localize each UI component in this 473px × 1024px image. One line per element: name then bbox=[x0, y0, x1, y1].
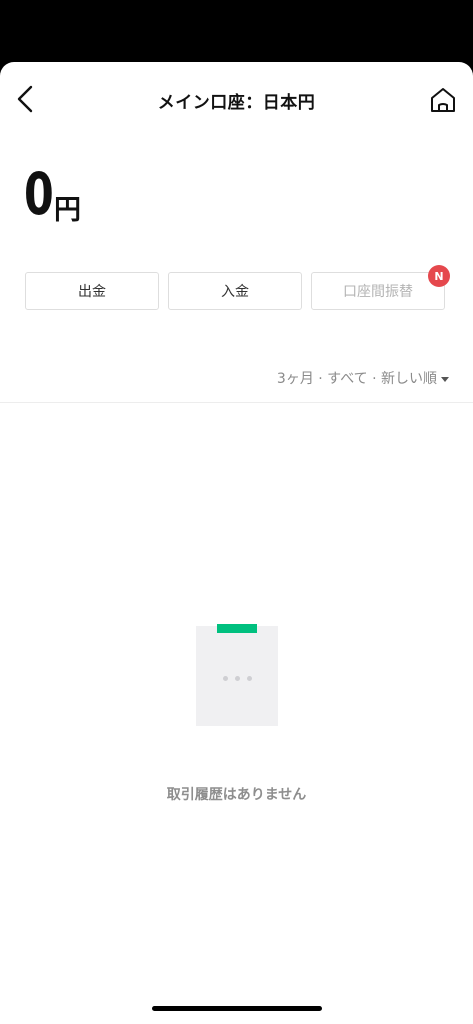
action-buttons: 出金 入金 口座間振替 N bbox=[25, 265, 450, 312]
home-icon bbox=[431, 88, 455, 112]
page-title: メイン口座：日本円 bbox=[157, 93, 316, 113]
balance-display: 0 円 bbox=[24, 160, 81, 232]
account-screen: メイン口座：日本円 0 円 出金 入金 口座間振替 N 3ヶ月 · すべて · … bbox=[0, 62, 473, 1024]
filter-dropdown[interactable]: 3ヶ月 · すべて · 新しい順 bbox=[277, 368, 449, 388]
transfer-button-label: 口座間振替 bbox=[343, 284, 413, 300]
deposit-button[interactable]: 入金 bbox=[168, 272, 302, 310]
home-indicator bbox=[152, 1006, 322, 1011]
withdraw-button[interactable]: 出金 bbox=[25, 272, 159, 310]
withdraw-button-label: 出金 bbox=[78, 284, 106, 300]
header: メイン口座：日本円 bbox=[0, 62, 473, 138]
filter-label: 3ヶ月 · すべて · 新しい順 bbox=[276, 371, 437, 387]
transfer-button[interactable]: 口座間振替 N bbox=[311, 265, 450, 310]
divider bbox=[0, 402, 473, 403]
empty-state-message: 取引履歴はありません bbox=[166, 787, 307, 803]
empty-document-icon bbox=[196, 624, 278, 726]
home-button[interactable] bbox=[427, 84, 459, 116]
balance-amount: 0 bbox=[24, 160, 54, 228]
caret-down-icon bbox=[441, 376, 449, 382]
new-badge: N bbox=[428, 265, 450, 287]
deposit-button-label: 入金 bbox=[221, 284, 249, 300]
balance-currency: 円 bbox=[54, 195, 81, 226]
